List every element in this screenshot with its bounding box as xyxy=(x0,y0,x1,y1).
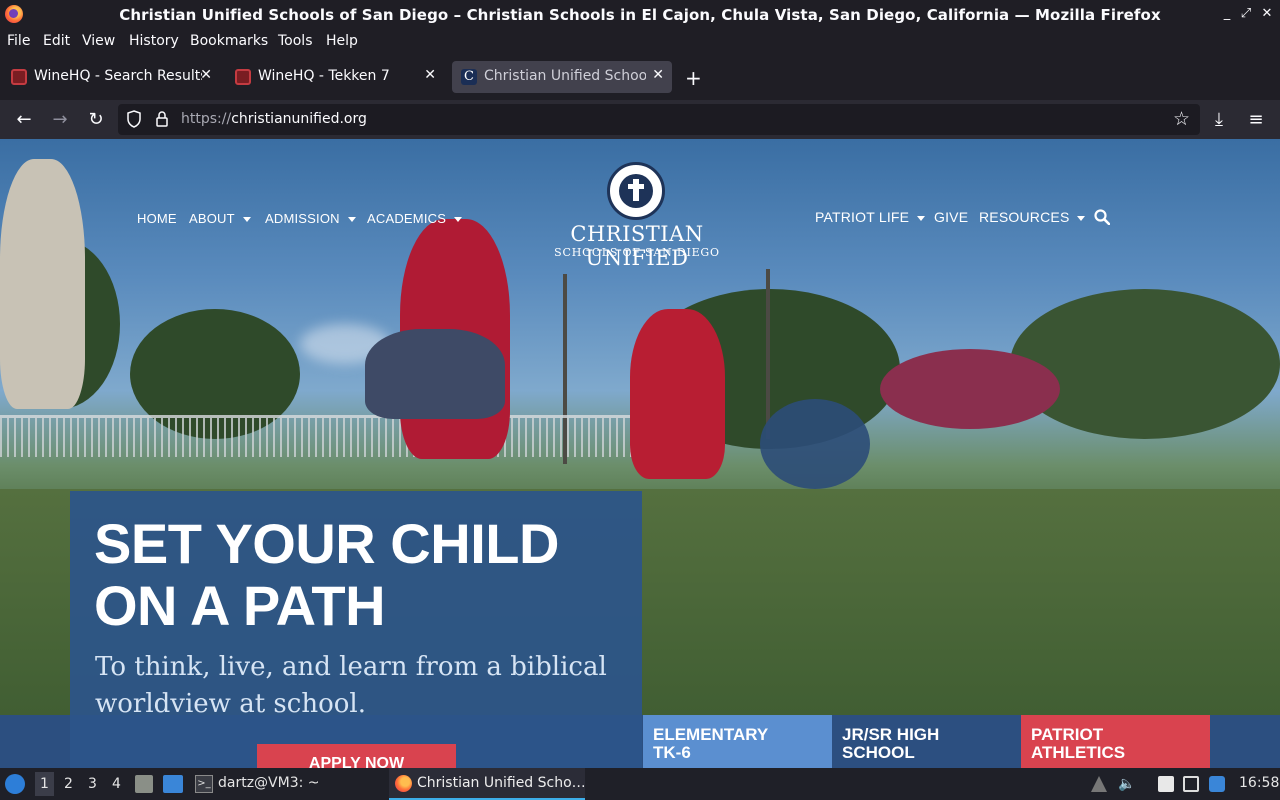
tab-close-icon[interactable]: ✕ xyxy=(652,67,664,83)
tab-label: WineHQ - Search Results xyxy=(34,68,202,84)
app-menu-icon[interactable] xyxy=(5,774,25,794)
firefox-icon xyxy=(395,775,412,792)
notification-icon[interactable] xyxy=(1209,776,1225,792)
site-navigation: HOME ABOUT ADMISSION ACADEMICS CHRISTIAN… xyxy=(0,139,1280,279)
window-title: Christian Unified Schools of San Diego –… xyxy=(119,6,1161,24)
program-jr-sr-high[interactable]: JR/SR HIGH SCHOOL xyxy=(832,715,1021,768)
school-subtitle-logo[interactable]: SCHOOLS OF SAN DIEGO xyxy=(532,246,742,259)
tab-christian-unified[interactable]: C Christian Unified Schools ✕ xyxy=(452,61,672,93)
chevron-down-icon xyxy=(242,217,251,223)
lock-icon[interactable] xyxy=(154,110,170,128)
back-button[interactable]: ← xyxy=(12,108,36,132)
nav-about[interactable]: ABOUT xyxy=(189,211,251,226)
menu-history[interactable]: History xyxy=(129,33,179,49)
menu-view[interactable]: View xyxy=(82,33,115,49)
shield-icon[interactable] xyxy=(126,110,142,128)
tab-label: WineHQ - Tekken 7 xyxy=(258,68,390,84)
taskbar-firefox-label: Christian Unified Scho… xyxy=(417,775,586,791)
volume-icon[interactable]: 🔈 xyxy=(1118,776,1135,792)
program-label: SCHOOL xyxy=(842,743,915,762)
menu-bookmarks[interactable]: Bookmarks xyxy=(190,33,268,49)
tab-strip: WineHQ - Search Results ✕ WineHQ - Tekke… xyxy=(0,54,1280,100)
program-athletics[interactable]: PATRIOT ATHLETICS xyxy=(1021,715,1210,768)
nav-academics[interactable]: ACADEMICS xyxy=(367,211,463,226)
tray-up-icon[interactable] xyxy=(1091,776,1107,792)
program-label: ELEMENTARY xyxy=(653,725,769,744)
terminal-icon: >_ xyxy=(195,775,213,793)
cu-favicon-icon: C xyxy=(461,69,477,85)
search-icon[interactable] xyxy=(1094,209,1110,225)
address-bar[interactable]: https://christianunified.org ☆ xyxy=(118,104,1200,135)
taskbar-terminal[interactable]: dartz@VM3: ~ xyxy=(218,775,320,791)
system-taskbar: 1 2 3 4 >_ dartz@VM3: ~ Christian Unifie… xyxy=(0,768,1280,800)
chevron-down-icon xyxy=(347,217,356,223)
url-text[interactable]: https://christianunified.org xyxy=(181,111,367,127)
clipboard-icon[interactable] xyxy=(1158,776,1174,792)
hero-title-line: SET YOUR CHILD xyxy=(94,512,559,575)
nav-resources[interactable]: RESOURCES xyxy=(979,209,1086,225)
nav-give[interactable]: GIVE xyxy=(934,209,968,225)
file-manager-icon[interactable] xyxy=(135,775,153,793)
chevron-down-icon xyxy=(1077,215,1086,221)
reload-button[interactable]: ↻ xyxy=(84,108,108,132)
close-icon[interactable]: ✕ xyxy=(1258,5,1276,23)
forward-button[interactable]: → xyxy=(48,108,72,132)
workspace-4[interactable]: 4 xyxy=(112,776,121,792)
desktop-icon[interactable] xyxy=(163,775,183,793)
hero-title-line: ON A PATH xyxy=(94,574,386,637)
nav-patriot-life[interactable]: PATRIOT LIFE xyxy=(815,209,926,225)
hero-subtitle: To think, live, and learn from a biblica… xyxy=(95,649,625,723)
program-label: TK-6 xyxy=(653,743,691,762)
program-elementary[interactable]: ELEMENTARY TK-6 xyxy=(643,715,832,768)
maximize-icon[interactable]: ⤢ xyxy=(1237,5,1255,23)
hero-subtitle-line: To think, live, and learn from a biblica… xyxy=(95,652,607,682)
tab-winehq-search[interactable]: WineHQ - Search Results ✕ xyxy=(2,61,220,93)
minimize-icon[interactable]: _ xyxy=(1218,5,1236,23)
utility-pole xyxy=(766,269,770,439)
hero-title: SET YOUR CHILD ON A PATH xyxy=(94,513,634,637)
menu-tools[interactable]: Tools xyxy=(278,33,313,49)
school-seal-logo[interactable] xyxy=(607,162,665,220)
chevron-down-icon xyxy=(917,215,926,221)
softball-sign xyxy=(760,399,870,489)
nav-home[interactable]: HOME xyxy=(137,211,177,226)
menu-edit[interactable]: Edit xyxy=(43,33,70,49)
wine-icon xyxy=(235,69,251,85)
menu-help[interactable]: Help xyxy=(326,33,358,49)
network-icon[interactable] xyxy=(1183,776,1199,792)
taskbar-firefox[interactable]: Christian Unified Scho… xyxy=(389,768,586,800)
tab-close-icon[interactable]: ✕ xyxy=(200,67,212,83)
menu-hamburger-icon[interactable]: ≡ xyxy=(1244,108,1268,132)
apply-now-button[interactable]: APPLY NOW xyxy=(257,744,456,768)
new-tab-button[interactable]: + xyxy=(685,66,702,90)
nav-admission[interactable]: ADMISSION xyxy=(265,211,356,226)
program-label: JR/SR HIGH xyxy=(842,725,940,744)
program-label: ATHLETICS xyxy=(1031,743,1126,762)
tree-decor xyxy=(1010,289,1280,439)
runner-boy xyxy=(630,309,725,479)
workspace-2[interactable]: 2 xyxy=(64,776,73,792)
navigation-toolbar: ← → ↻ https://christianunified.org ☆ ⤓ ≡ xyxy=(0,100,1280,139)
window-titlebar: Christian Unified Schools of San Diego –… xyxy=(0,0,1280,29)
menubar: File Edit View History Bookmarks Tools H… xyxy=(0,29,1280,54)
webpage-viewport: HOME ABOUT ADMISSION ACADEMICS CHRISTIAN… xyxy=(0,139,1280,768)
program-label: PATRIOT xyxy=(1031,725,1104,744)
tab-close-icon[interactable]: ✕ xyxy=(424,67,436,83)
wine-icon xyxy=(11,69,27,85)
bookmark-star-icon[interactable]: ☆ xyxy=(1173,108,1190,130)
tab-label: Christian Unified Schools xyxy=(484,68,646,84)
menu-file[interactable]: File xyxy=(7,33,30,49)
workspace-3[interactable]: 3 xyxy=(88,776,97,792)
flowers-decor xyxy=(880,349,1060,429)
cross-bar xyxy=(628,184,644,189)
hero-card-lower: APPLY NOW xyxy=(70,715,642,768)
fence-decor xyxy=(0,415,650,457)
clock[interactable]: 16:58 xyxy=(1239,775,1279,791)
downloads-icon[interactable]: ⤓ xyxy=(1207,108,1231,132)
workspace-1[interactable]: 1 xyxy=(35,772,54,796)
chevron-down-icon xyxy=(454,217,463,223)
cross-icon xyxy=(633,179,639,201)
tab-winehq-tekken[interactable]: WineHQ - Tekken 7 ✕ xyxy=(226,61,444,93)
runner-plaid-skirt xyxy=(365,329,505,419)
